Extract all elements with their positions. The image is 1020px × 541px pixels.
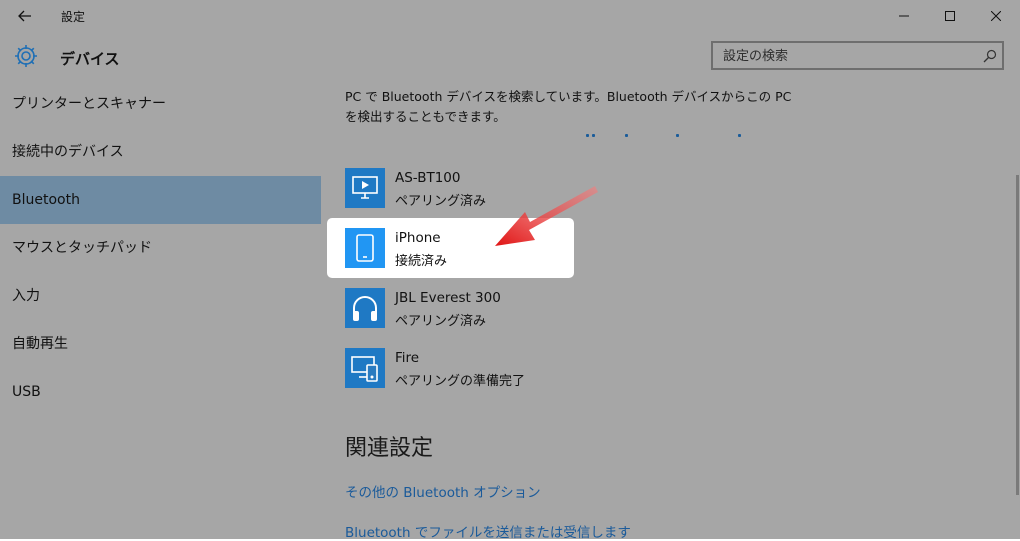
device-name: iPhone (395, 230, 441, 246)
sidebar-item-typing[interactable]: 入力 (0, 272, 321, 320)
media-display-icon (345, 168, 385, 208)
sidebar-item-mouse-touchpad[interactable]: マウスとタッチパッド (0, 224, 321, 272)
close-button[interactable] (973, 0, 1019, 32)
sidebar-item-bluetooth[interactable]: Bluetooth (0, 176, 321, 224)
device-name: JBL Everest 300 (395, 290, 501, 306)
scrollbar[interactable] (1016, 175, 1019, 495)
search-description: PC で Bluetooth デバイスを検索しています。Bluetooth デバ… (345, 89, 792, 124)
close-icon (991, 11, 1001, 21)
gear-icon (13, 43, 39, 73)
search-icon[interactable] (983, 48, 997, 67)
annotation-arrow-icon (495, 186, 598, 246)
sidebar-item-printers[interactable]: プリンターとスキャナー (0, 80, 321, 128)
back-button[interactable] (14, 6, 36, 26)
search-box (711, 41, 1004, 70)
sidebar: プリンターとスキャナー 接続中のデバイス Bluetooth マウスとタッチパッ… (0, 80, 321, 539)
device-status: ペアリングの準備完了 (395, 374, 526, 389)
sidebar-item-usb[interactable]: USB (0, 368, 321, 416)
back-arrow-icon (18, 10, 31, 22)
device-name: Fire (395, 350, 420, 366)
device-status: ペアリング済み (395, 194, 487, 209)
page-title: デバイス (60, 50, 120, 68)
maximize-icon (945, 11, 955, 21)
device-name: AS-BT100 (395, 170, 461, 186)
phone-icon (345, 228, 385, 268)
title-bar: 設定 (0, 0, 1020, 32)
device-status: 接続済み (395, 254, 448, 269)
search-input[interactable] (723, 46, 973, 66)
window-title: 設定 (61, 10, 86, 24)
minimize-icon (899, 15, 909, 17)
device-item-fire[interactable]: Fire ペアリングの準備完了 (345, 340, 577, 400)
page-header: デバイス (0, 32, 1020, 80)
devices-icon (345, 348, 385, 388)
device-item-jbl-everest-300[interactable]: JBL Everest 300 ペアリング済み (345, 280, 577, 340)
maximize-button[interactable] (927, 0, 973, 32)
link-send-receive-files[interactable]: Bluetooth でファイルを送信または受信します (345, 521, 631, 541)
sidebar-item-connected-devices[interactable]: 接続中のデバイス (0, 128, 321, 176)
device-status: ペアリング済み (395, 314, 487, 329)
sidebar-item-autoplay[interactable]: 自動再生 (0, 320, 321, 368)
main-content: PC で Bluetooth デバイスを検索しています。Bluetooth デバ… (321, 80, 1020, 541)
headphones-icon (345, 288, 385, 328)
minimize-button[interactable] (881, 0, 927, 32)
related-settings-heading: 関連設定 (345, 436, 434, 461)
link-more-bluetooth-options[interactable]: その他の Bluetooth オプション (345, 481, 541, 501)
